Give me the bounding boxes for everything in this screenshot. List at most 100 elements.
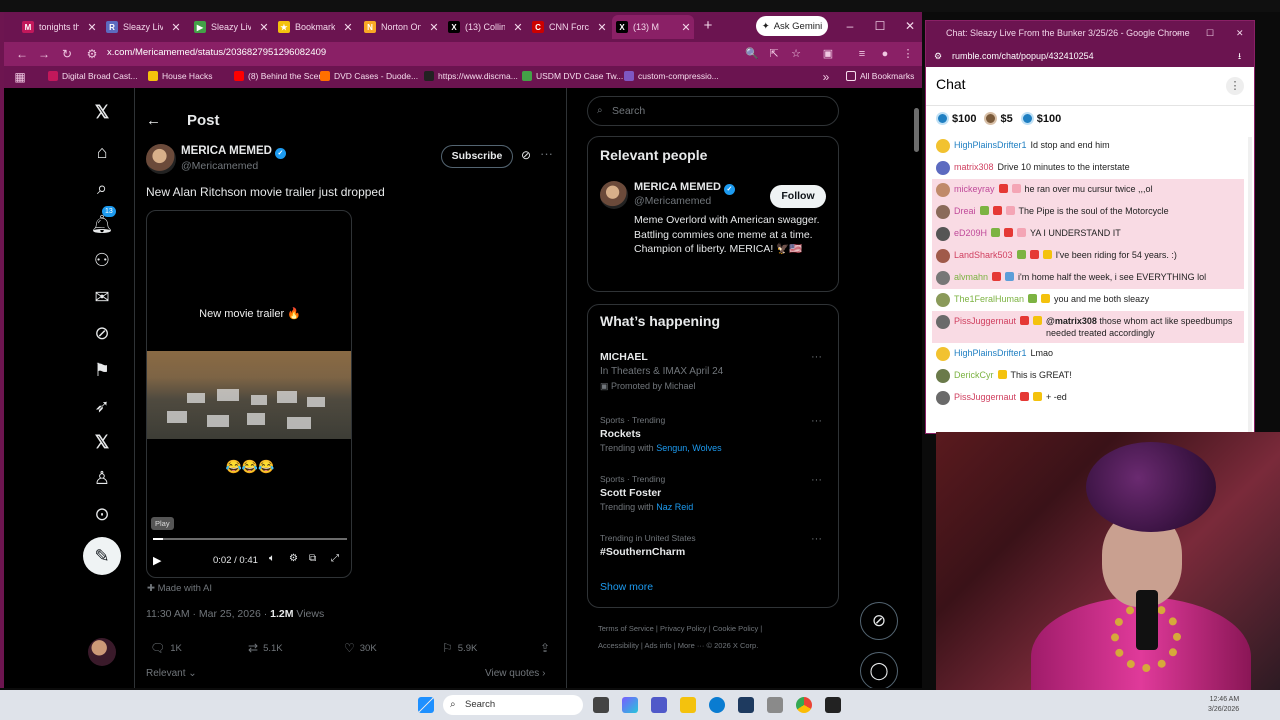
- ask-gemini-button[interactable]: ✦ Ask Gemini: [756, 16, 828, 36]
- trend-item[interactable]: MICHAEL In Theaters & IMAX April 24 ▣ Pr…: [600, 351, 830, 392]
- bookmark-link[interactable]: DVD Cases - Duode...: [320, 71, 418, 81]
- site-info-icon[interactable]: ⚙: [84, 46, 100, 62]
- video-progress-bar[interactable]: [153, 538, 347, 540]
- zoom-icon[interactable]: 🔍: [744, 46, 760, 62]
- user-avatar[interactable]: [936, 271, 950, 285]
- more-bookmarks-icon[interactable]: »: [818, 69, 834, 85]
- user-avatar[interactable]: [936, 347, 950, 361]
- bookmark-star-icon[interactable]: ☆: [788, 46, 804, 62]
- notifications-icon[interactable]: 🔔︎ 13: [90, 206, 116, 236]
- browser-tab[interactable]: ★Bookmarks✕: [274, 15, 356, 39]
- author-name[interactable]: MERICA MEMED ✓: [181, 145, 286, 159]
- user-avatar[interactable]: [936, 391, 950, 405]
- page-scrollbar[interactable]: [914, 108, 919, 152]
- bookmark-link[interactable]: Digital Broad Cast...: [48, 71, 138, 81]
- user-avatar[interactable]: [936, 161, 950, 175]
- user-avatar[interactable]: [936, 315, 950, 329]
- dev-tools-icon[interactable]: [767, 697, 783, 713]
- close-tab-icon[interactable]: ✕: [340, 21, 356, 34]
- chat-username[interactable]: PissJuggernaut: [954, 315, 1016, 327]
- chat-username[interactable]: alvmahn: [954, 271, 988, 283]
- rant-item[interactable]: $100: [936, 112, 976, 125]
- trend-more-icon[interactable]: ···: [811, 415, 822, 427]
- extensions-icon[interactable]: ≡: [854, 46, 870, 62]
- like-button[interactable]: ♡ 30K: [344, 641, 377, 655]
- close-tab-icon[interactable]: ✕: [594, 21, 610, 34]
- chrome-icon[interactable]: [796, 697, 812, 713]
- forward-nav-icon[interactable]: →: [36, 46, 52, 62]
- close-window-button[interactable]: ✕: [902, 18, 918, 34]
- install-icon[interactable]: ⇱: [766, 46, 782, 62]
- relevant-person-name[interactable]: MERICA MEMED ✓: [634, 181, 735, 195]
- trend-more-icon[interactable]: ···: [811, 351, 822, 363]
- url-field[interactable]: x.com/Mericamemed/status/203682795129608…: [107, 47, 326, 58]
- all-bookmarks-link[interactable]: All Bookmarks: [846, 71, 914, 81]
- share-button[interactable]: ⇪: [540, 641, 550, 655]
- minimize-button[interactable]: –: [842, 18, 858, 34]
- author-avatar[interactable]: [146, 144, 176, 174]
- chat-username[interactable]: PissJuggernaut: [954, 391, 1016, 403]
- close-tab-icon[interactable]: ✕: [256, 21, 272, 34]
- teams-icon[interactable]: [651, 697, 667, 713]
- close-tab-icon[interactable]: ✕: [168, 21, 184, 34]
- browser-tab[interactable]: N Norton On ✕: [360, 15, 442, 39]
- chat-menu-icon[interactable]: ⋮: [1226, 77, 1244, 95]
- browser-tab[interactable]: X (13) Collin ✕: [444, 15, 526, 39]
- browser-tab[interactable]: ▶Sleazy Live✕: [190, 15, 272, 39]
- trend-item[interactable]: Sports · Trending Scott Foster Trending …: [600, 474, 830, 512]
- chat-username[interactable]: mickeyray: [954, 183, 995, 195]
- bookmark-link[interactable]: https://www.discma...: [424, 71, 518, 81]
- grok-icon[interactable]: ⊘: [90, 321, 114, 345]
- repost-button[interactable]: ⇄ 5.1K: [248, 641, 283, 655]
- user-avatar[interactable]: [936, 205, 950, 219]
- browser-tab[interactable]: X (13) M ✕: [612, 15, 694, 39]
- picture-in-picture-icon[interactable]: ⧉: [309, 553, 316, 564]
- follow-icon[interactable]: ⚇: [90, 248, 114, 272]
- video-player[interactable]: New movie trailer 🔥 😂😂😂 Play ▶ 0:02 / 0:…: [146, 210, 352, 578]
- user-avatar[interactable]: [936, 249, 950, 263]
- download-icon[interactable]: ⭳: [1238, 45, 1241, 67]
- windows-start-icon[interactable]: [418, 697, 434, 713]
- rant-item[interactable]: $5: [984, 112, 1013, 125]
- bookmark-button[interactable]: ⚐ 5.9K: [442, 641, 477, 655]
- new-tab-button[interactable]: +: [698, 16, 718, 36]
- view-quotes-link[interactable]: View quotes ›: [485, 668, 545, 679]
- bookmarks-icon[interactable]: ⚑: [90, 358, 114, 382]
- x-premium-icon[interactable]: 𝕏: [90, 430, 114, 454]
- chat-scrollbar[interactable]: [1248, 137, 1252, 432]
- browser-tab[interactable]: RSleazy Live✕: [102, 15, 184, 39]
- close-tab-icon[interactable]: ✕: [426, 21, 442, 34]
- compose-post-button[interactable]: ✎: [83, 537, 121, 575]
- apps-grid-icon[interactable]: ▦: [12, 69, 28, 85]
- browser-tab[interactable]: CCNN Force✕: [528, 15, 610, 39]
- sidebar-icon[interactable]: ▣: [820, 46, 836, 62]
- site-info-icon[interactable]: ⚙: [934, 45, 942, 67]
- back-nav-icon[interactable]: ←: [14, 46, 30, 62]
- chat-username[interactable]: DerickCyr: [954, 369, 994, 381]
- chat-username[interactable]: The1FeralHuman: [954, 293, 1024, 305]
- author-handle[interactable]: @Mericamemed: [181, 160, 258, 172]
- fullscreen-icon[interactable]: ⤢: [331, 553, 339, 564]
- maximize-button[interactable]: ☐: [872, 18, 888, 34]
- store-icon[interactable]: [738, 697, 754, 713]
- bookmark-link[interactable]: custom-compressio...: [624, 71, 719, 81]
- premium-icon[interactable]: ➶: [90, 394, 114, 418]
- profile-icon[interactable]: ●: [877, 46, 893, 62]
- bookmark-link[interactable]: (8) Behind the Scen...: [234, 71, 330, 81]
- close-tab-icon[interactable]: ✕: [678, 21, 694, 34]
- chat-username[interactable]: HighPlainsDrifter1: [954, 139, 1027, 151]
- grok-explain-icon[interactable]: ⊘: [521, 148, 531, 162]
- play-icon[interactable]: ▶: [153, 554, 161, 567]
- task-view-icon[interactable]: [593, 697, 609, 713]
- user-avatar[interactable]: [936, 227, 950, 241]
- profile-icon[interactable]: ♙: [90, 466, 114, 490]
- close-window-button[interactable]: ✕: [1236, 21, 1244, 45]
- chat-message-list[interactable]: HighPlainsDrifter1 Id stop and end him mat…: [932, 135, 1244, 435]
- x-logo-icon[interactable]: 𝕏: [90, 100, 114, 124]
- menu-kebab-icon[interactable]: ⋮: [900, 46, 916, 62]
- copilot-icon[interactable]: [622, 697, 638, 713]
- close-tab-icon[interactable]: ✕: [510, 21, 526, 34]
- file-explorer-icon[interactable]: [680, 697, 696, 713]
- app-icon[interactable]: [825, 697, 841, 713]
- rant-item[interactable]: $100: [1020, 112, 1061, 125]
